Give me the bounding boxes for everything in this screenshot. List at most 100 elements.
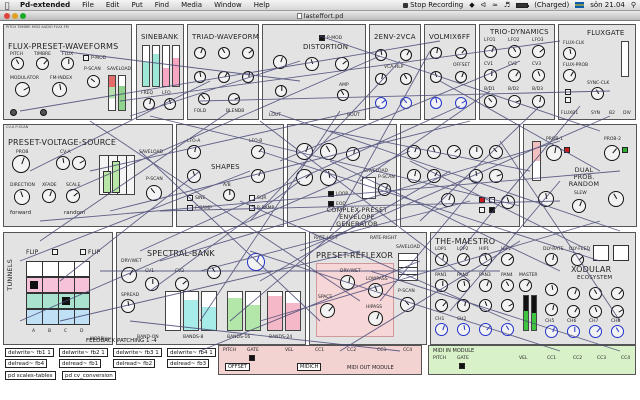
cv1-knob[interactable] bbox=[145, 277, 159, 291]
delread-object[interactable]: delread~ fb1 bbox=[59, 359, 102, 368]
delwrite-object[interactable]: delwrite~ fb4 1 bbox=[167, 348, 216, 357]
patch-canvas[interactable]: PITCH TIMBRE MOD AUDIO FLUX FM FLUX-PRES… bbox=[0, 21, 640, 400]
p-scan-knob[interactable] bbox=[378, 183, 391, 196]
master-knob[interactable] bbox=[519, 279, 532, 292]
sync-clk-knob[interactable] bbox=[591, 87, 604, 100]
sinebank-slider[interactable] bbox=[162, 45, 170, 87]
pan-knob[interactable] bbox=[435, 279, 448, 292]
channel-knob[interactable] bbox=[501, 323, 514, 336]
pan-knob[interactable] bbox=[501, 299, 514, 312]
band-slider[interactable] bbox=[165, 291, 181, 331]
offset-knob[interactable] bbox=[455, 71, 467, 83]
hip1-knob[interactable] bbox=[479, 253, 492, 266]
freq-knob[interactable] bbox=[218, 47, 230, 59]
midi-channel-box[interactable]: MIDICH bbox=[297, 363, 322, 371]
volume-icon[interactable]: ♬ bbox=[504, 0, 510, 11]
p-scan-knob[interactable] bbox=[400, 297, 415, 312]
subpatch-object[interactable]: pd scales-tables bbox=[5, 371, 56, 380]
freq-knob[interactable] bbox=[194, 47, 206, 59]
seq-knob[interactable] bbox=[469, 145, 483, 159]
pan-knob[interactable] bbox=[479, 299, 492, 312]
band-slider[interactable] bbox=[201, 291, 217, 331]
delread-object[interactable]: delread~ fb4 bbox=[5, 359, 48, 368]
r-ramp-toggle[interactable] bbox=[249, 205, 255, 211]
band-slider[interactable] bbox=[245, 291, 261, 331]
dly-rate-knob[interactable] bbox=[545, 253, 558, 266]
flux-knob[interactable] bbox=[61, 57, 74, 70]
channel-knob[interactable] bbox=[589, 325, 602, 338]
p-scan-knob[interactable] bbox=[87, 75, 100, 88]
vol-knob[interactable] bbox=[430, 71, 442, 83]
env-knob[interactable] bbox=[346, 147, 360, 161]
menu-window[interactable]: Window bbox=[208, 0, 248, 11]
send-knob[interactable] bbox=[589, 305, 602, 318]
sinebank-slider[interactable] bbox=[172, 45, 180, 87]
send-knob[interactable] bbox=[567, 287, 580, 300]
sine-toggle[interactable] bbox=[187, 195, 193, 201]
pan-knob[interactable] bbox=[479, 279, 492, 292]
subpatch-object[interactable]: pd cv_conversion bbox=[62, 371, 116, 380]
sinebank-slider[interactable] bbox=[152, 45, 160, 87]
pan-knob[interactable] bbox=[457, 299, 470, 312]
delwrite-object[interactable]: delwrite~ fb1 1 bbox=[5, 348, 54, 357]
slew-knob[interactable] bbox=[572, 199, 586, 213]
space-knob[interactable] bbox=[320, 303, 335, 318]
cv3-knob[interactable] bbox=[532, 69, 545, 82]
env-knob[interactable] bbox=[320, 169, 337, 186]
lfo2-knob[interactable] bbox=[508, 45, 521, 58]
seq-knob[interactable] bbox=[489, 169, 503, 183]
prob-2-knob[interactable] bbox=[604, 145, 620, 161]
env-knob[interactable] bbox=[320, 143, 337, 160]
preset-slot-filled[interactable] bbox=[103, 171, 111, 193]
xfade-knob[interactable] bbox=[42, 189, 56, 203]
dry-wet-knob[interactable] bbox=[121, 267, 137, 283]
cv2-knob[interactable] bbox=[508, 69, 521, 82]
modulator-knob[interactable] bbox=[15, 82, 30, 97]
channel-knob[interactable] bbox=[611, 325, 624, 338]
channel-knob[interactable] bbox=[435, 323, 448, 336]
close-window-button[interactable] bbox=[4, 13, 10, 19]
lfo3-knob[interactable] bbox=[532, 45, 545, 58]
matrix-cell-active[interactable] bbox=[62, 297, 70, 305]
channel-knob[interactable] bbox=[457, 323, 470, 336]
prob-1-knob[interactable] bbox=[546, 145, 562, 161]
cv-a-knob[interactable] bbox=[72, 156, 86, 170]
band-slider[interactable] bbox=[285, 291, 301, 331]
fluxgate-slider[interactable] bbox=[621, 41, 629, 77]
x-toggle[interactable] bbox=[613, 245, 629, 261]
channel-knob[interactable] bbox=[479, 323, 492, 336]
sqr-toggle[interactable] bbox=[249, 195, 255, 201]
menu-put[interactable]: Put bbox=[125, 0, 148, 11]
flux-clk-knob[interactable] bbox=[563, 47, 576, 60]
fm-index-knob[interactable] bbox=[52, 82, 67, 97]
sinebank-slider[interactable] bbox=[142, 45, 150, 87]
seq-knob[interactable] bbox=[441, 193, 455, 207]
f-ramp-toggle[interactable] bbox=[187, 205, 193, 211]
toggle[interactable] bbox=[319, 35, 325, 41]
cv-a-knob[interactable] bbox=[56, 156, 70, 170]
output-jack[interactable] bbox=[40, 109, 47, 116]
input-source-flag-icon[interactable] bbox=[575, 2, 585, 8]
menu-app-name[interactable]: Pd-extended bbox=[14, 0, 76, 11]
delwrite-object[interactable]: delwrite~ fb2 1 bbox=[59, 348, 108, 357]
channel-knob[interactable] bbox=[567, 325, 580, 338]
pan-knob[interactable] bbox=[457, 279, 470, 292]
seq-knob[interactable] bbox=[407, 145, 421, 159]
preset-slot-filled[interactable] bbox=[112, 161, 120, 193]
bd1-knob[interactable] bbox=[484, 95, 497, 108]
shape-knob[interactable] bbox=[187, 169, 201, 183]
cv-knob[interactable] bbox=[455, 97, 467, 109]
preset-slots[interactable] bbox=[362, 177, 376, 199]
vca-lpf-knob[interactable] bbox=[400, 97, 412, 109]
vca-lpf-knob[interactable] bbox=[375, 97, 387, 109]
spread-knob[interactable] bbox=[247, 253, 265, 271]
wifi-icon[interactable]: ≈ bbox=[492, 0, 498, 11]
shape-knob[interactable] bbox=[251, 169, 265, 183]
band-slider[interactable] bbox=[227, 291, 243, 331]
slew-knob[interactable] bbox=[538, 191, 554, 207]
dry-wet-knob[interactable] bbox=[340, 275, 355, 290]
send-knob[interactable] bbox=[611, 287, 624, 300]
preset-slots[interactable] bbox=[118, 75, 126, 111]
menu-media[interactable]: Media bbox=[175, 0, 208, 11]
matrix-cell-active[interactable] bbox=[30, 281, 38, 289]
